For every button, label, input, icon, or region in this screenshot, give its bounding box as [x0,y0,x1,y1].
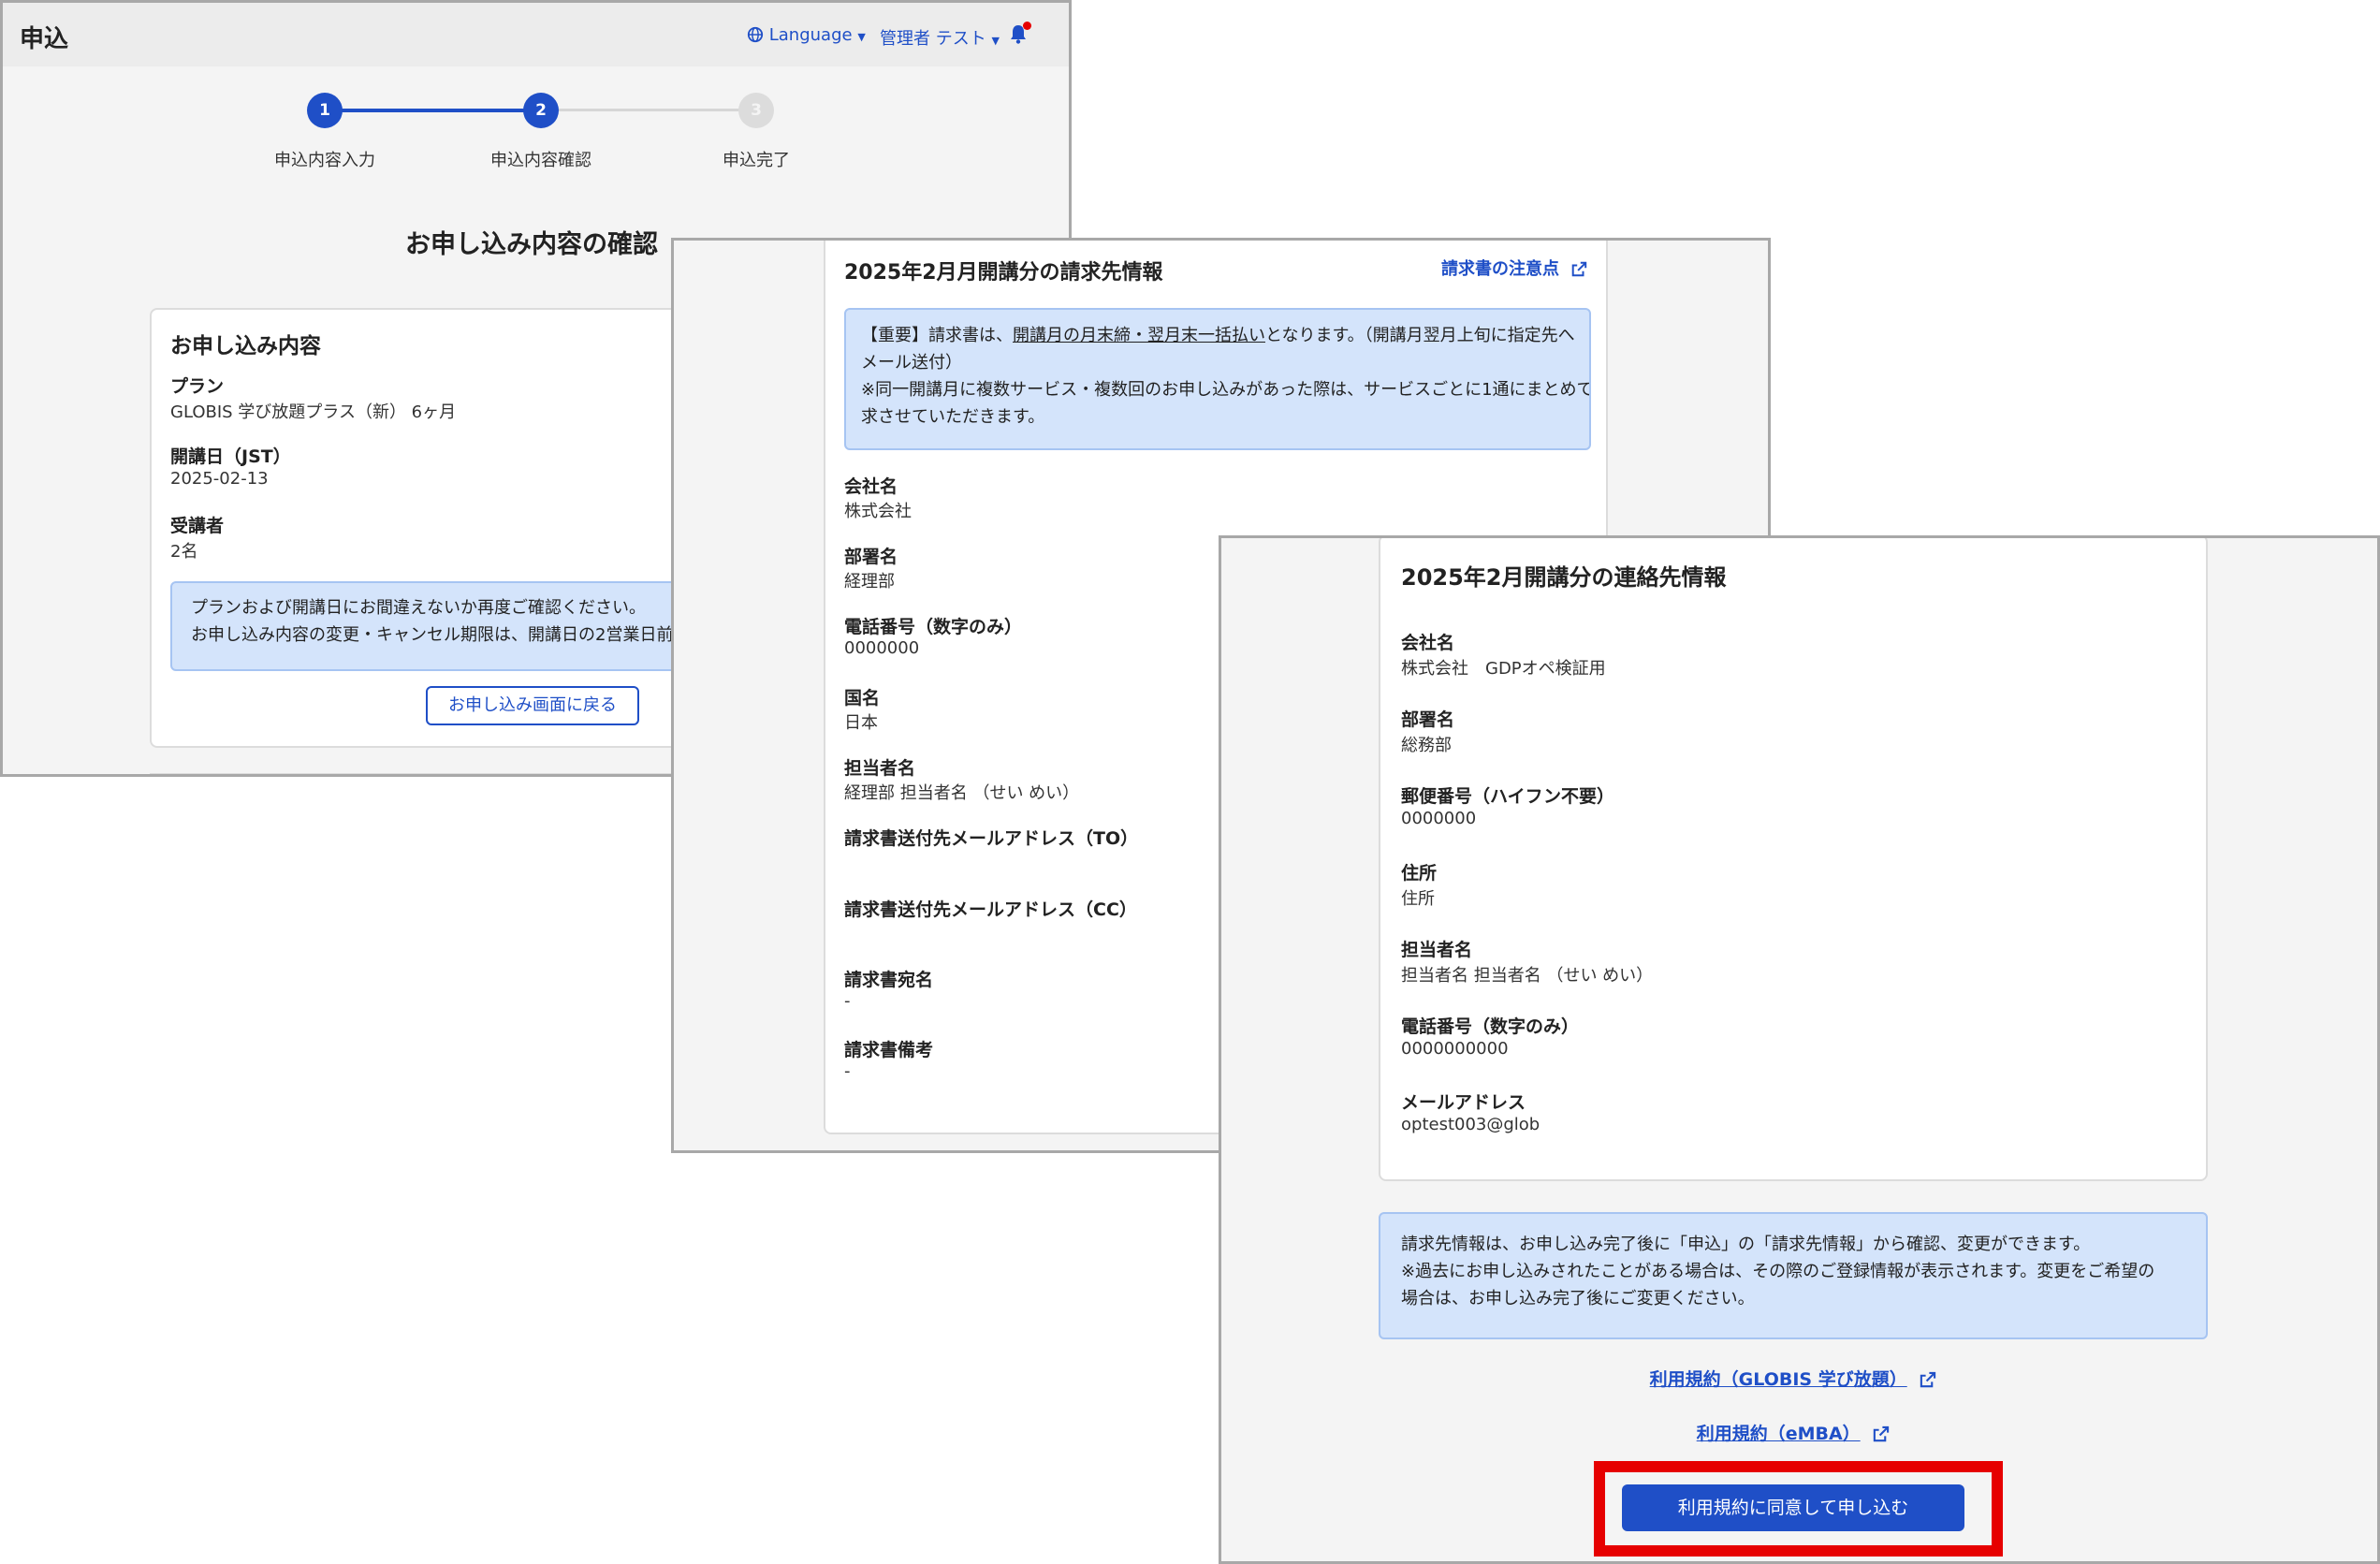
step-3-label: 申込完了 [723,151,790,170]
billing-phone-label: 電話番号（数字のみ） [844,617,1023,637]
user-menu-label: 管理者 テスト [880,29,986,49]
invoice-addressee-value: - [844,991,851,1011]
billing-email-to-label: 請求書送付先メールアドレス（TO） [844,828,1139,849]
progress-line-done [325,109,542,112]
confirmation-heading: お申し込み内容の確認 [405,230,658,259]
notice-line: ※過去にお申し込みされたことがある場合は、その際のご登録情報が表示されます。変更… [1401,1262,2155,1281]
notice-prefix: 【重要】請求書は、 [861,326,1013,345]
notification-bell-icon[interactable] [1009,22,1031,48]
notice-line: ※同一開講月に複数サービス・複数回のお申し込みがあった際は、サービスごとに1通に… [861,380,1591,400]
billing-important-notice: 【重要】請求書は、開講月の月末締・翌月末一括払いとなります。（開講月翌月上旬に指… [844,308,1591,450]
contact-email-value: optest003@glob [1401,1115,1540,1134]
billing-country-value: 日本 [844,713,878,733]
notice-line: メール送付） [861,353,962,373]
notification-dot-icon [1023,22,1031,30]
step-1-circle: 1 [307,93,343,128]
notice-billing-terms: 開講月の月末締・翌月末一括払い [1013,326,1265,345]
chevron-down-icon: ▼ [857,31,866,43]
notice-line: 場合は、お申し込み完了後にご変更ください。 [1401,1289,1755,1308]
progress-line-pending [542,109,757,111]
page-title: 申込 [20,25,69,53]
billing-country-label: 国名 [844,688,881,709]
contact-company-value: 株式会社 GDPオペ検証用 [1401,659,1606,679]
invoice-remarks-label: 請求書備考 [844,1040,934,1060]
plan-value: GLOBIS 学び放題プラス（新） 6ヶ月 [170,402,457,422]
contact-postal-label: 郵便番号（ハイフン不要） [1401,786,1615,807]
notice-suffix: となります。（開講月翌月上旬に指定先へ [1265,326,1575,345]
external-link-icon [1874,1425,1890,1442]
billing-change-notice: 請求先情報は、お申し込み完了後に「申込」の「請求先情報」から確認、変更ができます… [1379,1212,2208,1339]
invoice-notes-link[interactable]: 請求書の注意点 [1441,256,1587,280]
card-title: お申し込み内容 [170,334,321,358]
step-1-label: 申込内容入力 [274,151,375,170]
billing-company-label: 会社名 [844,476,898,497]
billing-phone-value: 0000000 [844,638,920,658]
contact-phone-label: 電話番号（数字のみ） [1401,1016,1580,1037]
globe-icon [747,26,764,43]
step-2-circle: 2 [523,93,559,128]
billing-contact-value: 経理部 担当者名 （せい めい） [844,783,1080,803]
contact-department-label: 部署名 [1401,709,1455,730]
contact-email-label: メールアドレス [1401,1092,1526,1113]
terms-link-emba-label: 利用規約（eMBA） [1696,1424,1861,1444]
step-2-label: 申込内容確認 [490,151,591,170]
contact-address-label: 住所 [1401,863,1438,884]
contact-person-label: 担当者名 [1401,940,1473,960]
back-button-label: お申し込み画面に戻る [448,695,617,715]
invoice-remarks-value: - [844,1061,851,1081]
step-3-circle: 3 [738,93,774,128]
agree-and-submit-button[interactable]: 利用規約に同意して申し込む [1622,1484,1964,1531]
start-date-value: 2025-02-13 [170,469,269,489]
language-label: Language [768,25,853,45]
billing-contact-label: 担当者名 [844,758,916,779]
billing-company-value: 株式会社 [844,502,912,521]
terms-link-globis[interactable]: 利用規約（GLOBIS 学び放題） [1379,1366,2208,1391]
notice-line: 求させていただきます。 [861,407,1045,427]
invoice-notes-label: 請求書の注意点 [1441,259,1559,279]
contact-department-value: 総務部 [1401,736,1452,755]
notice-line: 請求先情報は、お申し込み完了後に「申込」の「請求先情報」から確認、変更ができます… [1401,1235,2091,1254]
contact-postal-value: 0000000 [1401,809,1477,828]
billing-department-label: 部署名 [844,547,898,567]
students-label: 受講者 [170,516,225,536]
user-menu[interactable]: 管理者 テスト ▼ [880,25,1000,50]
start-date-label: 開講日（JST） [170,446,291,467]
top-header-bar: 申込 Language ▼ 管理者 テスト ▼ [3,3,1069,66]
students-value: 2名 [170,542,198,562]
external-link-icon [1571,261,1587,277]
contact-phone-value: 0000000000 [1401,1039,1509,1059]
terms-link-emba[interactable]: 利用規約（eMBA） [1379,1420,2208,1445]
invoice-addressee-label: 請求書宛名 [844,970,934,990]
language-selector[interactable]: Language ▼ [747,25,866,45]
back-to-application-button[interactable]: お申し込み画面に戻る [426,686,639,725]
submit-button-label: 利用規約に同意して申し込む [1677,1498,1909,1518]
contact-person-value: 担当者名 担当者名 （せい めい） [1401,966,1654,986]
plan-label: プラン [170,376,225,397]
contact-company-label: 会社名 [1401,633,1455,653]
billing-email-cc-label: 請求書送付先メールアドレス（CC） [844,899,1137,920]
contact-heading: 2025年2月開講分の連絡先情報 [1401,564,1727,591]
external-link-icon [1920,1371,1936,1388]
terms-link-globis-label: 利用規約（GLOBIS 学び放題） [1649,1369,1907,1390]
billing-heading: 2025年2月月開講分の請求先情報 [844,261,1163,285]
contact-address-value: 住所 [1401,889,1435,909]
contact-card: 2025年2月開講分の連絡先情報 会社名 株式会社 GDPオペ検証用 部署名 総… [1379,538,2208,1181]
billing-department-value: 経理部 [844,572,895,592]
chevron-down-icon: ▼ [991,35,1000,47]
contact-info-panel: 2025年2月開講分の連絡先情報 会社名 株式会社 GDPオペ検証用 部署名 総… [1219,535,2380,1564]
